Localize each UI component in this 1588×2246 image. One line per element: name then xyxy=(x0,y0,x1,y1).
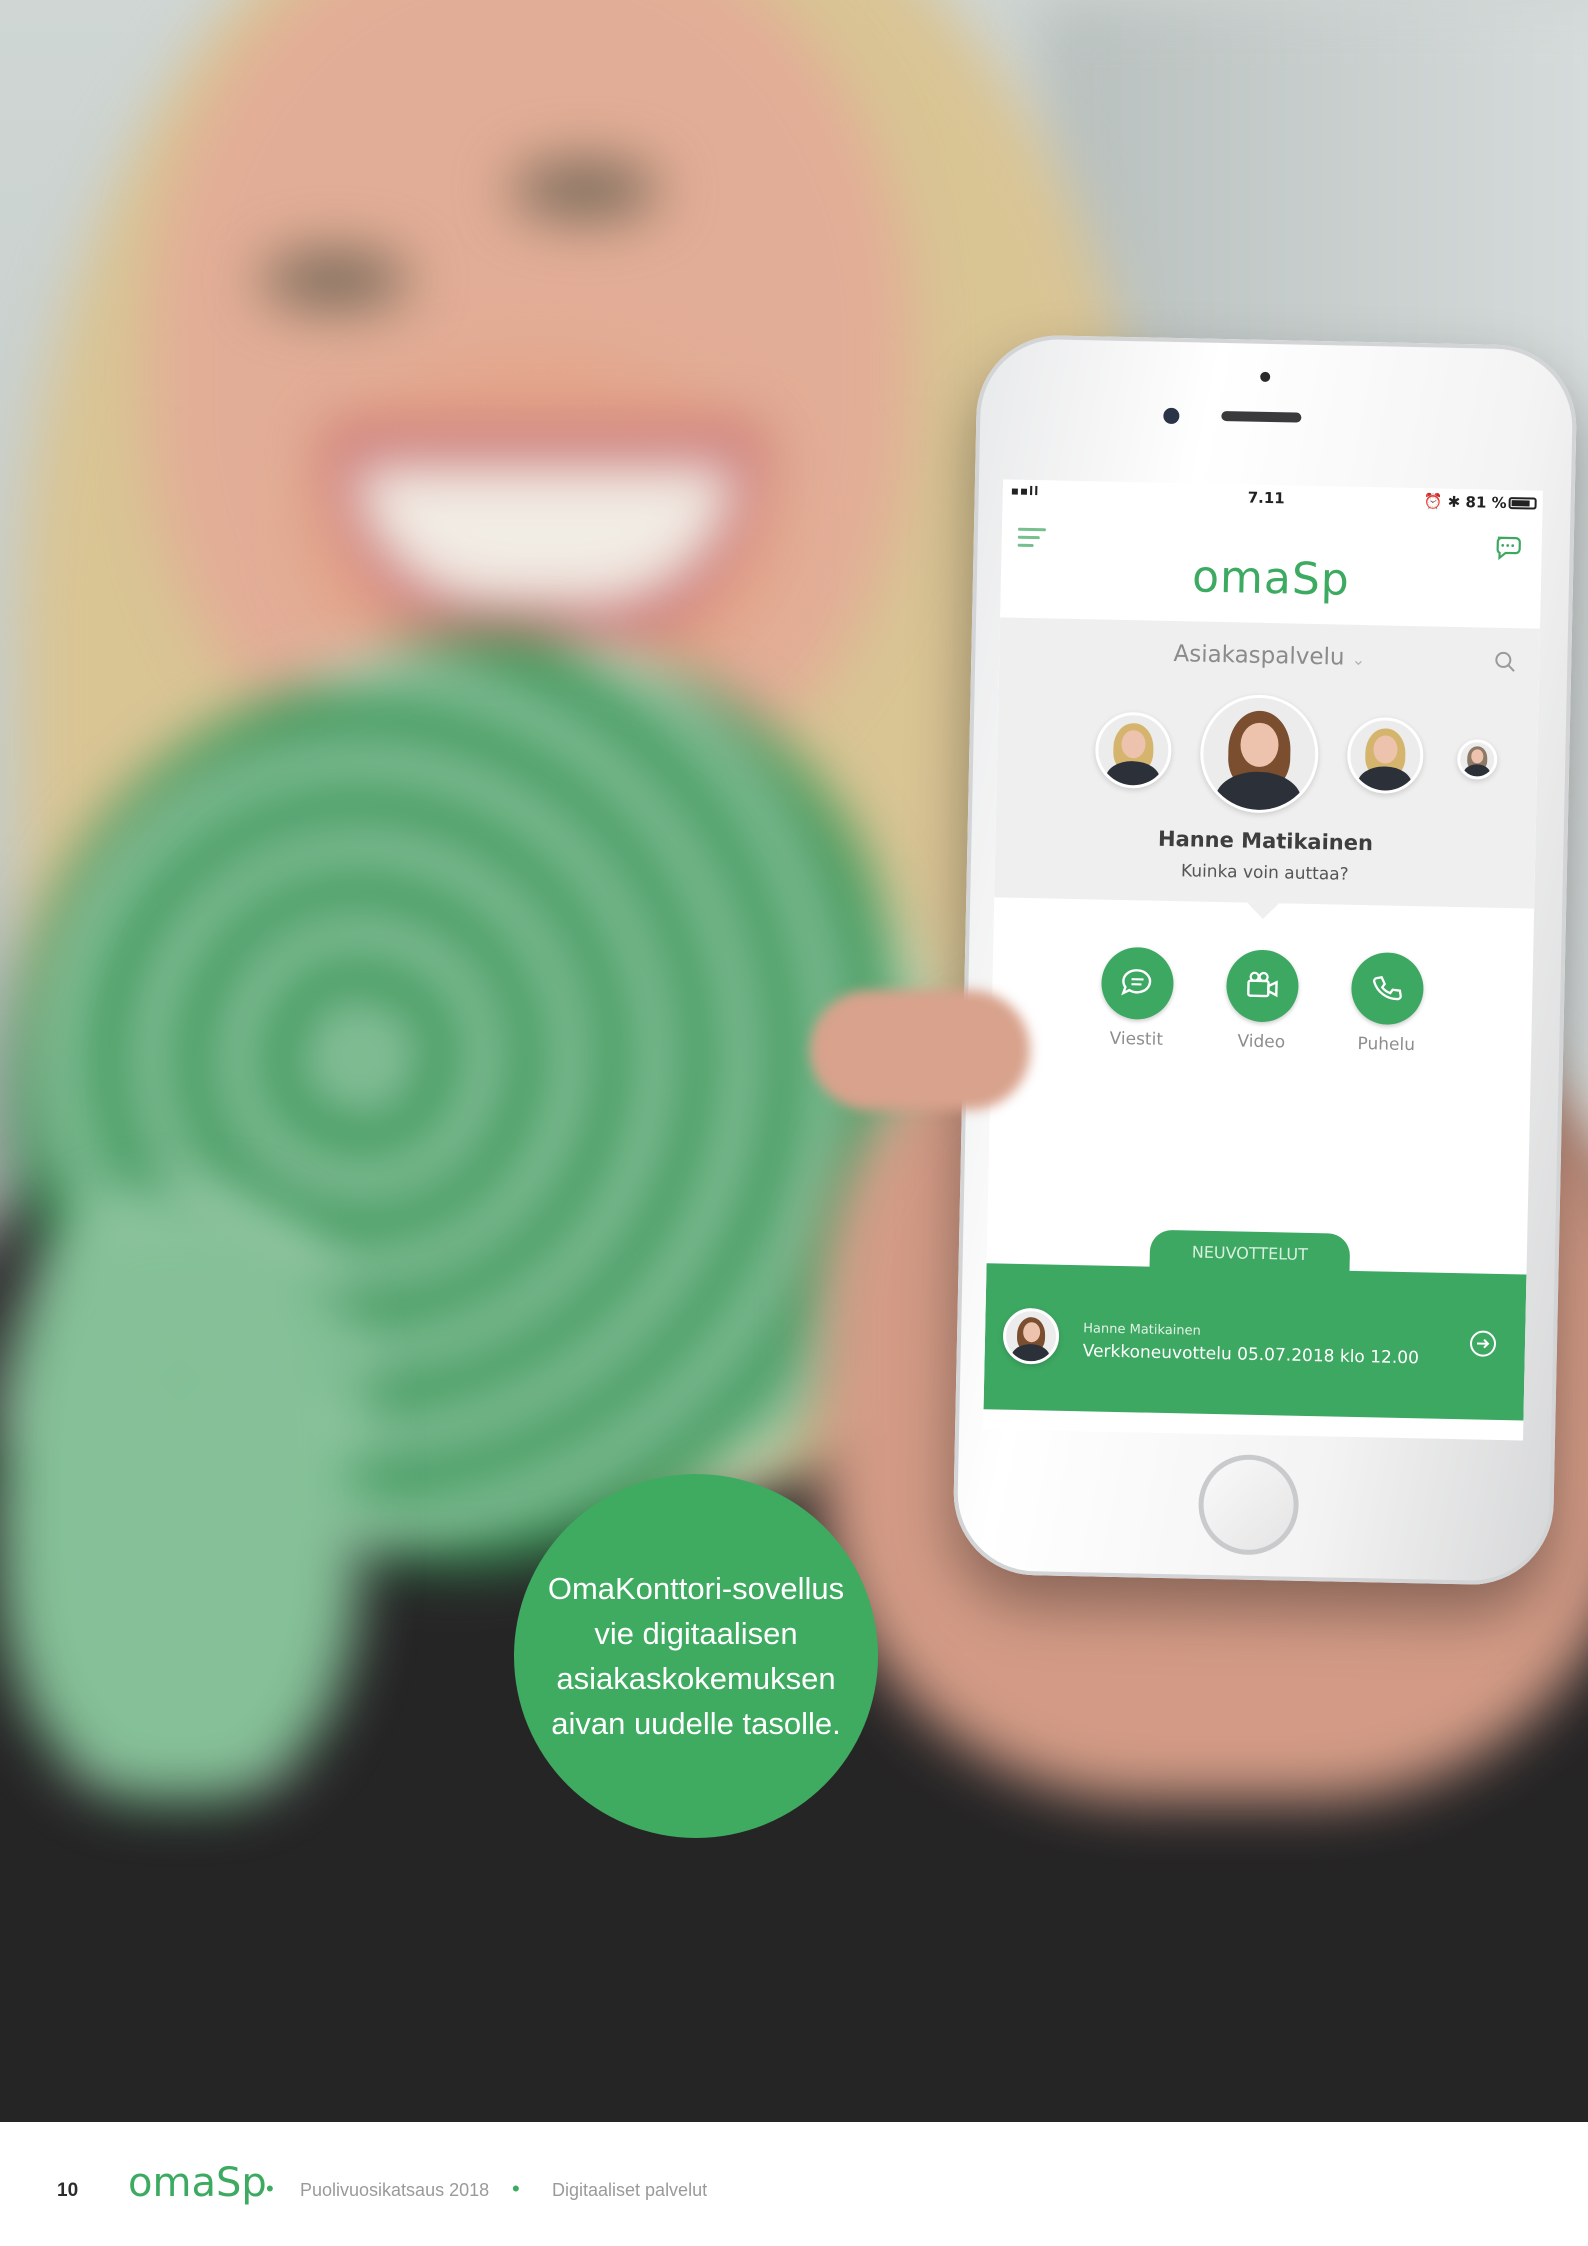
app-header: omaSp xyxy=(1000,505,1543,629)
messages-button[interactable]: Viestit xyxy=(1081,946,1193,1050)
photo-eye-left xyxy=(260,250,410,310)
panel-pointer xyxy=(1246,902,1280,920)
call-label: Puhelu xyxy=(1357,1033,1416,1056)
status-battery-text: ⏰ ✱ 81 % xyxy=(1423,492,1507,512)
status-time: 7.11 xyxy=(1247,488,1285,508)
phone-speaker xyxy=(1221,410,1302,423)
bullet-separator: • xyxy=(512,2176,520,2201)
battery-level-fill xyxy=(1511,500,1530,507)
photo-eye-right xyxy=(510,160,660,220)
footer-section-report: Puolivuosikatsaus 2018 xyxy=(300,2180,490,2200)
phone-front-camera xyxy=(1163,407,1180,425)
appointment-agent-name: Hanne Matikainen xyxy=(1083,1321,1201,1339)
phone-icon xyxy=(1373,976,1402,1001)
callout-text: OmaKonttori-sovellus vie digitaalisen as… xyxy=(547,1571,845,1741)
video-camera-icon xyxy=(1247,971,1278,998)
agent-name: Hanne Matikainen xyxy=(1157,826,1374,856)
page-number: 10 xyxy=(57,2180,79,2201)
department-select[interactable]: Asiakaspalvelu ⌄ xyxy=(999,637,1539,674)
photo-thumb xyxy=(810,990,1030,1110)
appointment-detail: Verkkoneuvottelu 05.07.2018 klo 12.00 xyxy=(1082,1341,1420,1369)
search-icon[interactable] xyxy=(1493,650,1517,674)
arrow-right-circle-icon[interactable] xyxy=(1469,1329,1498,1358)
message-icon xyxy=(1121,969,1152,996)
agent-greeting: Kuinka voin auttaa? xyxy=(1180,861,1349,885)
agent-avatar-selected[interactable] xyxy=(1199,693,1320,815)
agent-avatar[interactable] xyxy=(1456,738,1498,780)
agent-avatar[interactable] xyxy=(1094,711,1173,789)
chevron-down-icon: ⌄ xyxy=(1351,649,1366,670)
page-footer: 10 omaSp • Puolivuosikatsaus 2018 • Digi… xyxy=(0,2122,1588,2246)
phone-screen: ▪▪ll 7.11 ⏰ ✱ 81 % omaSp Asiakaspalvelu … xyxy=(983,479,1543,1441)
photo-scarf-lower xyxy=(0,1200,360,1800)
agent-avatar[interactable] xyxy=(1346,716,1425,795)
app-logo: omaSp xyxy=(1191,551,1351,606)
video-button[interactable]: Video xyxy=(1206,949,1318,1053)
home-button xyxy=(1197,1453,1300,1556)
smartphone: ▪▪ll 7.11 ⏰ ✱ 81 % omaSp Asiakaspalvelu … xyxy=(952,333,1578,1587)
battery-icon xyxy=(1508,497,1537,510)
messages-label: Viestit xyxy=(1109,1028,1164,1050)
callout-bubble: OmaKonttori-sovellus vie digitaalisen as… xyxy=(514,1474,878,1838)
video-label: Video xyxy=(1237,1031,1286,1053)
phone-sensor xyxy=(1260,371,1271,382)
appointment-avatar xyxy=(1002,1307,1060,1365)
agent-panel: Asiakaspalvelu ⌄ Hanne Matikainen Kuinka… xyxy=(994,617,1540,909)
bullet-separator: • xyxy=(266,2176,274,2201)
footer-section-topic: Digitaaliset palvelut xyxy=(552,2180,708,2200)
footer-logo: omaSp xyxy=(128,2160,267,2206)
department-select-value: Asiakaspalvelu xyxy=(1173,641,1345,671)
call-button[interactable]: Puhelu xyxy=(1331,951,1443,1055)
chat-icon[interactable] xyxy=(1493,532,1526,565)
signal-indicator: ▪▪ll xyxy=(1010,483,1040,499)
hero-photo: ▪▪ll 7.11 ⏰ ✱ 81 % omaSp Asiakaspalvelu … xyxy=(0,0,1588,2122)
appointment-item[interactable]: Hanne Matikainen Verkkoneuvottelu 05.07.… xyxy=(983,1263,1527,1421)
